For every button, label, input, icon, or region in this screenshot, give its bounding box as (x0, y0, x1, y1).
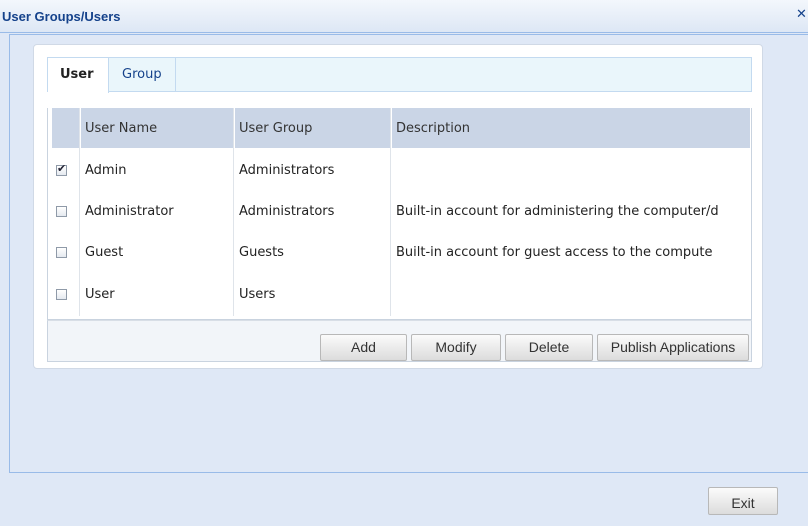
cell-description (391, 150, 750, 192)
window-footer (9, 473, 808, 526)
publish-applications-button[interactable]: Publish Applications (597, 334, 749, 361)
header-user-name[interactable]: User Name (80, 108, 234, 148)
exit-button[interactable]: Exit (708, 487, 778, 515)
cell-description: Built-in account for administering the c… (396, 204, 719, 219)
cell-user-group: Users (239, 287, 276, 302)
row-checkbox[interactable]: ✔ (56, 162, 67, 176)
close-icon[interactable]: ✕ (796, 7, 808, 23)
grid-header: User Name User Group Description (52, 108, 750, 148)
table-row[interactable]: Administrator Administrators Built-in ac… (52, 191, 750, 233)
tab-group[interactable]: Group (110, 58, 176, 92)
table-row[interactable]: Guest Guests Built-in account for guest … (52, 232, 750, 274)
row-checkbox[interactable] (56, 289, 67, 300)
cell-user-group: Guests (239, 245, 284, 260)
cell-description: Built-in account for guest access to the… (396, 245, 713, 260)
row-checkbox[interactable] (56, 206, 67, 217)
delete-button[interactable]: Delete (505, 334, 593, 361)
table-row[interactable]: User Users (52, 274, 750, 316)
tab-strip: User Group (47, 57, 752, 93)
window-title: User Groups/Users (2, 9, 121, 24)
table-row[interactable]: ✔ Admin Administrators (52, 150, 750, 192)
row-checkbox[interactable] (56, 247, 67, 258)
cell-user-name: Admin (85, 163, 127, 178)
header-checkbox-column (52, 108, 80, 148)
cell-user-group: Administrators (239, 163, 335, 178)
add-button[interactable]: Add (320, 334, 407, 361)
header-description[interactable]: Description (391, 108, 750, 148)
checkmark-icon: ✔ (57, 162, 67, 175)
cell-user-group: Administrators (239, 204, 335, 219)
cell-user-name: User (85, 287, 115, 302)
cell-user-name: Administrator (85, 204, 174, 219)
header-user-group[interactable]: User Group (234, 108, 391, 148)
modify-button[interactable]: Modify (411, 334, 501, 361)
cell-description (391, 274, 750, 316)
window-titlebar: User Groups/Users ✕ (0, 0, 808, 33)
tab-user[interactable]: User (48, 58, 109, 93)
cell-user-name: Guest (85, 245, 124, 260)
